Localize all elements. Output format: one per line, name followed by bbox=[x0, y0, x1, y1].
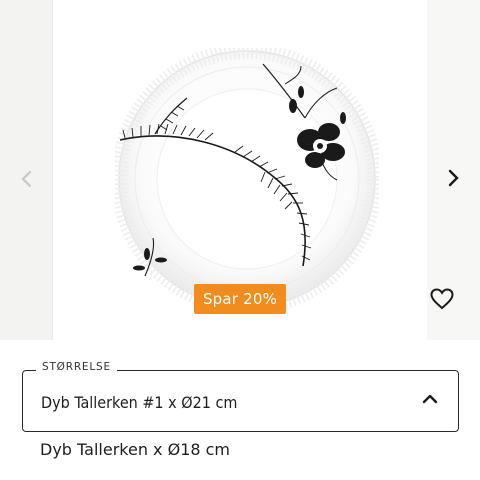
product-gallery: Spar 20% bbox=[0, 0, 480, 340]
size-selected-value: Dyb Tallerken #1 x Ø21 cm bbox=[41, 393, 238, 412]
chevron-right-icon bbox=[448, 169, 459, 187]
favorite-button[interactable] bbox=[426, 284, 458, 314]
chevron-left-icon bbox=[21, 170, 32, 188]
product-image-plate bbox=[115, 48, 379, 310]
size-legend: STØRRELSE bbox=[36, 361, 117, 373]
gallery-next-button[interactable] bbox=[440, 164, 468, 192]
heart-icon bbox=[430, 288, 454, 310]
gallery-prev-button[interactable] bbox=[12, 165, 40, 193]
size-option[interactable]: Dyb Tallerken x Ø18 cm bbox=[40, 440, 230, 459]
size-select[interactable]: Dyb Tallerken #1 x Ø21 cm bbox=[22, 370, 459, 432]
discount-badge: Spar 20% bbox=[194, 284, 286, 314]
chevron-up-icon[interactable] bbox=[420, 391, 440, 407]
